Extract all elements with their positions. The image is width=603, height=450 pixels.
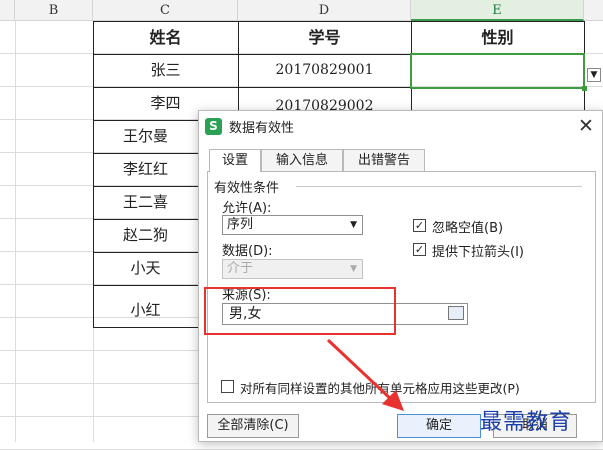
in-cell-dropdown-label: 提供下拉箭头(I) [432, 245, 524, 260]
tab-settings[interactable]: 设置 [209, 149, 261, 172]
ignore-blank-label: 忽略空值(B) [432, 221, 504, 236]
fill-handle[interactable] [582, 86, 587, 91]
highlight-box [204, 287, 396, 335]
pointer-arrow-icon [326, 338, 404, 411]
ignore-blank-checkbox[interactable]: ✓ [413, 219, 426, 232]
column-header-d[interactable]: D [238, 0, 411, 21]
column-header-c[interactable]: C [93, 0, 238, 21]
cell-dropdown-arrow-icon[interactable]: ▼ [587, 68, 601, 82]
name-cell[interactable]: 赵二狗 [93, 219, 198, 252]
name-cell[interactable]: 李红红 [93, 153, 198, 186]
apply-all-checkbox[interactable] [221, 380, 234, 393]
group-divider [296, 186, 582, 187]
tab-error-alert[interactable]: 出错警告 [343, 149, 425, 171]
column-header-e[interactable]: E [411, 0, 584, 21]
allow-label: 允许(A): [222, 201, 272, 216]
select-all-corner[interactable] [0, 0, 15, 21]
allow-select-value: 序列 [227, 217, 254, 232]
header-cell-name[interactable]: 姓名 [93, 21, 238, 54]
in-cell-dropdown-checkbox[interactable]: ✓ [413, 243, 426, 256]
data-select: 介于 ▼ [222, 259, 363, 279]
data-label: 数据(D): [222, 244, 273, 259]
clear-all-button[interactable]: 全部清除(C) [207, 414, 299, 438]
ok-button[interactable]: 确定 [397, 414, 481, 438]
id-cell[interactable]: 20170829001 [238, 54, 411, 87]
name-cell[interactable]: 小红 [93, 294, 198, 327]
chevron-down-icon: ▼ [350, 220, 357, 230]
close-icon[interactable]: ✕ [573, 113, 599, 139]
name-cell[interactable]: 小天 [93, 252, 198, 285]
chevron-down-icon: ▼ [350, 264, 357, 274]
data-select-value: 介于 [227, 261, 254, 276]
wps-app-icon: S [205, 118, 222, 135]
watermark-text: 最需教育 [480, 410, 573, 435]
name-cell[interactable]: 王尔曼 [93, 120, 198, 153]
column-header-f[interactable] [584, 0, 603, 21]
validation-criteria-group-title: 有效性条件 [214, 181, 280, 196]
header-cell-gender[interactable]: 性别 [411, 21, 584, 54]
dialog-title: 数据有效性 [229, 121, 295, 136]
column-header-b[interactable]: B [15, 0, 93, 21]
allow-select[interactable]: 序列 ▼ [222, 215, 363, 235]
dialog-titlebar[interactable]: S 数据有效性 ✕ [199, 111, 602, 141]
name-cell[interactable]: 张三 [93, 54, 238, 87]
tab-input-message[interactable]: 输入信息 [261, 149, 343, 171]
header-cell-id[interactable]: 学号 [238, 21, 411, 54]
selected-cell-e2[interactable] [410, 53, 585, 89]
name-cell[interactable]: 王二喜 [93, 186, 198, 219]
range-picker-icon[interactable] [448, 306, 464, 320]
id-cell[interactable]: 20170829002 [238, 90, 411, 110]
